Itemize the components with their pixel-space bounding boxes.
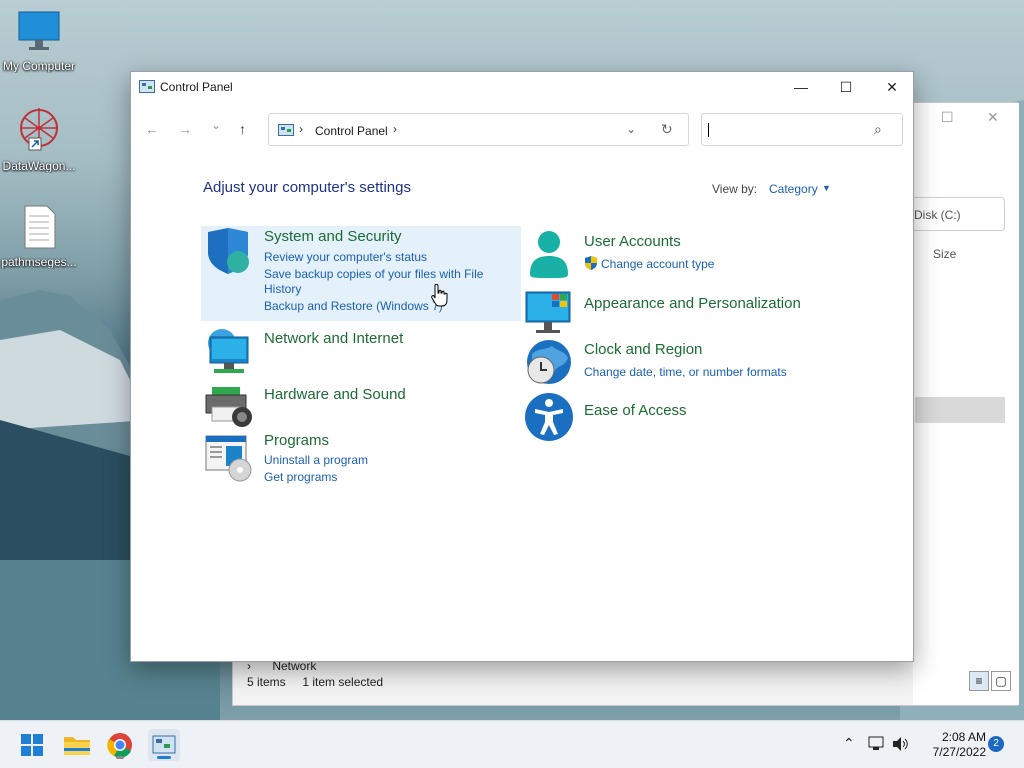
search-icon[interactable]: ⌕ (874, 121, 882, 138)
taskbar: ⌃ 2:08 AM 7/27/2022 (0, 720, 1024, 768)
size-column-header[interactable]: Size (933, 247, 956, 261)
status-bar: 5 items 1 item selected (247, 675, 383, 689)
item-count: 5 items (247, 675, 286, 689)
desktop-icon-label: My Computer (2, 59, 76, 73)
category-clock-and-region[interactable]: Clock and Region Change date, time, or n… (524, 338, 824, 392)
printer-icon (205, 387, 252, 427)
user-icon (530, 231, 568, 278)
my-computer-desktop-icon[interactable]: My Computer (0, 10, 78, 73)
category-appearance[interactable]: Appearance and Personalization (524, 288, 824, 338)
details-view-button[interactable]: ≡ (969, 671, 989, 691)
hand-cursor-icon (431, 284, 448, 307)
link-change-date-time-formats[interactable]: Change date, time, or number formats (584, 365, 787, 379)
clock-date: 7/27/2022 (932, 745, 986, 759)
category-title[interactable]: Appearance and Personalization (584, 295, 801, 312)
taskbar-chrome[interactable] (104, 729, 136, 761)
accessibility-icon (525, 393, 573, 441)
link-uninstall-program[interactable]: Uninstall a program (264, 453, 368, 467)
breadcrumb-separator[interactable]: › (393, 122, 397, 136)
system-clock[interactable]: 2:08 AM 7/27/2022 (920, 730, 986, 760)
desktop-icon-label: pathmseges... (1, 255, 77, 269)
view-by-dropdown[interactable]: Category (769, 182, 818, 196)
monitor-icon (18, 11, 60, 50)
category-system-and-security[interactable]: System and Security Review your computer… (204, 228, 520, 318)
taskbar-control-panel[interactable] (148, 729, 180, 761)
selected-row[interactable] (915, 397, 1005, 423)
selected-count: 1 item selected (302, 675, 384, 689)
link-review-status[interactable]: Review your computer's status (264, 250, 427, 264)
category-ease-of-access[interactable]: Ease of Access (524, 392, 824, 442)
clock-globe-icon (527, 340, 571, 384)
main-content: Adjust your computer's settings View by:… (131, 152, 913, 662)
notification-badge[interactable]: 2 (988, 736, 1004, 752)
category-title[interactable]: Hardware and Sound (264, 386, 406, 403)
recent-locations-button[interactable]: ⌄ (211, 118, 221, 132)
volume-icon[interactable] (892, 736, 910, 752)
category-title[interactable]: Programs (264, 432, 329, 449)
page-heading: Adjust your computer's settings (203, 179, 411, 196)
folder-icon (64, 737, 90, 755)
minimize-button[interactable]: — (778, 72, 824, 102)
view-by-label: View by: (712, 182, 758, 196)
network-icon[interactable] (868, 736, 886, 752)
desktop-icon-label: DataWagon... (2, 159, 76, 173)
tiles-view-button[interactable]: ▢ (991, 671, 1011, 691)
control-panel-window[interactable]: Control Panel — ☐ ✕ ← → ⌄ ↑ › Control Pa… (130, 71, 914, 662)
programs-icon (205, 435, 252, 482)
category-hardware-and-sound[interactable]: Hardware and Sound (204, 381, 504, 431)
search-box[interactable]: ⌕ (701, 113, 903, 146)
refresh-button[interactable]: ↻ (661, 121, 673, 138)
window-title: Control Panel (160, 80, 233, 94)
text-file-desktop-icon[interactable]: pathmseges... (0, 204, 78, 269)
title-bar[interactable]: Control Panel — ☐ ✕ (131, 72, 913, 102)
category-title[interactable]: System and Security (264, 228, 402, 245)
datawagon-icon (20, 108, 58, 151)
uac-shield-icon (585, 256, 597, 270)
network-icon (208, 329, 249, 373)
category-user-accounts[interactable]: User Accounts Change account type (524, 230, 824, 280)
close-icon[interactable]: ✕ (987, 109, 999, 126)
chevron-down-icon[interactable]: ▼ (822, 183, 831, 193)
address-dropdown-button[interactable]: ⌄ (626, 122, 636, 136)
category-title[interactable]: Network and Internet (264, 330, 403, 347)
maximize-icon[interactable]: ☐ (941, 109, 954, 126)
category-title[interactable]: Ease of Access (584, 402, 687, 419)
category-title[interactable]: Clock and Region (584, 341, 702, 358)
address-bar[interactable]: › Control Panel › ⌄ ↻ (268, 113, 689, 146)
forward-button[interactable]: → (178, 121, 192, 137)
taskbar-file-explorer[interactable] (61, 729, 93, 761)
link-get-programs[interactable]: Get programs (264, 470, 337, 484)
control-panel-icon (139, 80, 155, 93)
text-caret (708, 123, 709, 137)
start-icon (21, 734, 43, 756)
clock-time: 2:08 AM (941, 730, 986, 744)
navigation-bar: ← → ⌄ ↑ › Control Panel › ⌄ ↻ ⌕ (131, 110, 913, 150)
maximize-button[interactable]: ☐ (823, 72, 869, 102)
active-indicator (157, 756, 171, 759)
link-backup-restore[interactable]: Backup and Restore (Windows 7) (264, 299, 443, 313)
show-hidden-icons-button[interactable]: ⌃ (843, 735, 855, 752)
back-button[interactable]: ← (145, 121, 159, 137)
appearance-icon (525, 291, 571, 333)
start-button[interactable] (16, 729, 48, 761)
link-file-history[interactable]: Save backup copies of your files with Fi… (264, 267, 483, 281)
up-button[interactable]: ↑ (239, 121, 246, 137)
link-change-account-type[interactable]: Change account type (601, 257, 714, 271)
link-file-history-cont[interactable]: History (264, 282, 301, 296)
running-indicator (116, 756, 124, 759)
category-network-and-internet[interactable]: Network and Internet (204, 327, 504, 377)
document-icon (24, 205, 56, 249)
disk-field[interactable]: Disk (C:) (909, 197, 1005, 231)
category-title[interactable]: User Accounts (584, 233, 681, 250)
category-programs[interactable]: Programs Uninstall a program Get program… (204, 432, 504, 486)
datawagon-desktop-icon[interactable]: DataWagon... (0, 104, 78, 173)
control-panel-icon (278, 124, 294, 136)
breadcrumb-control-panel[interactable]: Control Panel (315, 124, 388, 138)
close-button[interactable]: ✕ (869, 72, 915, 102)
breadcrumb-separator[interactable]: › (299, 122, 303, 136)
shield-icon (208, 228, 249, 274)
